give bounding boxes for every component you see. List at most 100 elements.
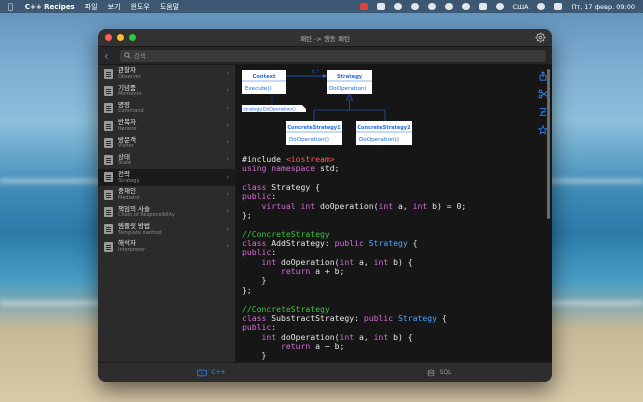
document-icon <box>104 137 113 148</box>
notes-icon[interactable] <box>427 3 436 10</box>
sidebar-item[interactable]: 명령 Command › <box>98 100 235 117</box>
code-view[interactable]: #include <iostream> using namespace std; c… <box>242 154 538 361</box>
message-icon[interactable] <box>376 3 385 10</box>
sidebar-item-text: 기념품 Memento <box>118 85 142 98</box>
document-icon <box>104 172 113 183</box>
sidebar-item[interactable]: 관찰자 Observer › <box>98 65 235 82</box>
sidebar-item-title: 전략 <box>118 170 130 179</box>
tab-cpp[interactable]: C C++ <box>98 363 325 382</box>
code-token: doOperation( <box>319 200 379 211</box>
chevron-right-icon: › <box>226 86 229 95</box>
app-window: 패턴 -> 행동 패턴 ‹ 관찰자Observer›기념품Memento›명령C… <box>98 29 552 382</box>
sidebar-item[interactable]: 전략 Strategy › <box>98 168 235 187</box>
chevron-right-icon: › <box>226 103 229 112</box>
sidebar-item-text: 반복자 Iterator <box>118 119 137 132</box>
code-token: int <box>373 331 394 342</box>
strategy-method: DoOperation( <box>329 86 367 92</box>
sidebar-item-text: 상태 State <box>118 154 131 167</box>
sidebar-item[interactable]: 방문객 Visitor › <box>98 134 235 151</box>
sidebar-item-subtitle: Iterator <box>118 125 137 132</box>
search-input[interactable] <box>133 51 542 60</box>
code-line: class AddStrategy: public Strategy { <box>242 238 538 249</box>
code-line: } <box>242 351 538 360</box>
code-token: int <box>412 200 433 211</box>
search-icon[interactable] <box>537 3 546 10</box>
sidebar-item-text: 방문객 Visitor <box>118 137 136 150</box>
wifi-icon[interactable] <box>461 3 470 10</box>
keyboard-icon[interactable] <box>478 3 487 10</box>
sidebar-item-title: 반복자 <box>118 118 136 127</box>
sidebar-item[interactable]: 책임의 사슬 Chain of Responsibility › <box>98 203 235 220</box>
code-token: int <box>373 256 394 267</box>
sidebar-item[interactable]: 상태 State › <box>98 151 235 168</box>
chevron-right-icon: › <box>226 207 229 216</box>
apple-icon[interactable]:  <box>8 2 13 11</box>
cs1-method: DoOperation() <box>289 137 329 143</box>
code-token: virtual int <box>242 200 320 211</box>
sidebar-item-subtitle: Observer <box>118 73 141 80</box>
code-token: Strategy <box>368 238 413 249</box>
volume-icon[interactable] <box>393 3 402 10</box>
strategy-title: Strategy <box>337 74 363 80</box>
menubar:  C++ Recipes 파일 보기 윈도우 도움말 США Пт, 17 ф… <box>0 0 643 13</box>
document-icon <box>104 207 113 218</box>
tab-sql[interactable]: SQL <box>325 363 552 382</box>
window-title: 패턴 -> 행동 패턴 <box>300 34 350 43</box>
code-token: a, <box>358 256 374 267</box>
code-token: }; <box>242 284 252 295</box>
sidebar-item-title: 관찰자 <box>118 66 136 75</box>
input-source[interactable]: США <box>513 3 529 11</box>
sidebar-item-subtitle: Chain of Responsibility <box>118 212 175 219</box>
sidebar-item-title: 해석자 <box>118 239 136 248</box>
chevron-right-icon: › <box>226 224 229 233</box>
sidebar-item-text: 관찰자 Observer <box>118 67 141 80</box>
menubar-app-name[interactable]: C++ Recipes <box>25 3 75 11</box>
code-line: class Strategy { <box>242 182 538 192</box>
cs2-title: ConcreteStrategy2 <box>357 125 411 131</box>
sidebar-item-subtitle: Visitor <box>118 143 134 150</box>
search-row: ‹ <box>98 47 552 65</box>
sidebar-item[interactable]: 중재인 Mediator › <box>98 186 235 203</box>
sidebar-item-text: 해석자 Interpreter <box>118 240 145 253</box>
maximize-window-button[interactable] <box>129 34 136 41</box>
sidebar-item-text: 책임의 사슬 Chain of Responsibility <box>118 206 175 219</box>
code-token: SubstractStrategy: <box>271 312 364 323</box>
code-token: int <box>378 200 398 211</box>
control-center-icon[interactable] <box>554 3 563 10</box>
database-icon <box>427 369 434 376</box>
menubar-clock[interactable]: Пт, 17 февр. 09:00 <box>571 3 635 11</box>
back-chevron-icon[interactable]: ‹ <box>104 50 118 62</box>
code-token: ; <box>334 163 340 174</box>
code-token: Strategy <box>397 312 442 323</box>
sidebar-item[interactable]: 해석자 Interpreter › <box>98 238 235 255</box>
sidebar-item[interactable]: 템플릿 방법 Template method › <box>98 221 235 238</box>
sidebar-item[interactable]: 반복자 Iterator › <box>98 117 235 134</box>
chevron-right-icon: › <box>226 241 229 250</box>
search-box[interactable] <box>120 49 546 62</box>
code-token: a, <box>397 200 413 211</box>
sidebar-item-subtitle: Mediator <box>118 194 141 201</box>
sidebar-item-subtitle: Memento <box>118 91 142 98</box>
titlebar[interactable]: 패턴 -> 행동 패턴 <box>98 29 552 47</box>
sidebar-item-text: 템플릿 방법 Template method <box>118 223 162 236</box>
cs2-method: DoOperation() <box>359 137 399 143</box>
menu-file[interactable]: 파일 <box>85 2 98 12</box>
document-icon <box>104 224 113 235</box>
vpn-icon[interactable] <box>410 3 419 10</box>
menu-view[interactable]: 보기 <box>108 2 121 12</box>
record-icon[interactable] <box>359 3 368 10</box>
chevron-right-icon: › <box>226 172 229 181</box>
chevron-right-icon: › <box>226 69 229 77</box>
content-scrollbar[interactable] <box>547 69 550 219</box>
bluetooth-icon[interactable] <box>444 3 453 10</box>
minimize-window-button[interactable] <box>117 34 124 41</box>
user-icon[interactable] <box>495 3 504 10</box>
sidebar-item[interactable]: 기념품 Memento › <box>98 82 235 99</box>
content-pane: Context Execute() 0..* Strategy DoOperat… <box>236 65 552 362</box>
code-line: using namespace std; <box>242 164 538 173</box>
close-window-button[interactable] <box>105 34 112 41</box>
bottom-tab-bar: C C++ SQL <box>98 362 552 382</box>
gear-icon[interactable] <box>535 32 546 43</box>
menu-help[interactable]: 도움말 <box>160 2 179 12</box>
menu-window[interactable]: 윈도우 <box>131 2 150 12</box>
